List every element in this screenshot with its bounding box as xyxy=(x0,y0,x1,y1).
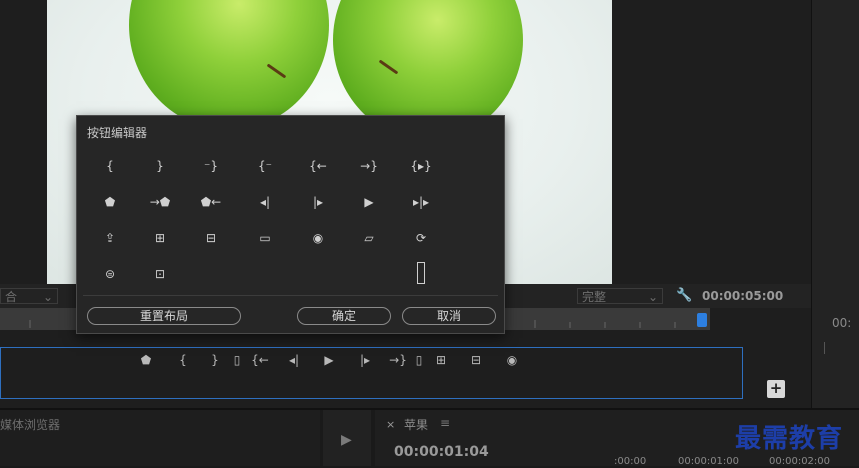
multi-camera-icon[interactable]: ⊜ xyxy=(99,265,121,283)
step-forward-icon[interactable]: |▸ xyxy=(307,193,329,211)
duration-timecode: 00:00:05:00 xyxy=(702,289,784,303)
overwrite-icon[interactable]: ⊟ xyxy=(467,353,485,367)
panel-menu-icon[interactable]: ≡ xyxy=(440,416,450,430)
apple-left xyxy=(129,0,329,130)
lift-icon[interactable]: ⇪ xyxy=(99,229,121,247)
camera-icon[interactable]: ◉ xyxy=(307,229,329,247)
camera-icon[interactable]: ◉ xyxy=(503,353,521,367)
play-icon[interactable]: ▶ xyxy=(358,193,380,211)
ok-button[interactable]: 确定 xyxy=(297,307,391,325)
play-in-to-out-icon[interactable]: {▸} xyxy=(410,157,432,175)
close-icon[interactable]: × xyxy=(386,418,395,431)
watermark-logo: 最需教育 xyxy=(735,424,844,454)
timeline-tick-label: :00:00 xyxy=(614,456,647,467)
sequence-tab[interactable]: 苹果 xyxy=(404,416,428,433)
go-to-in-icon[interactable]: {← xyxy=(251,353,269,367)
next-marker-icon[interactable]: →⬟ xyxy=(149,193,171,211)
dialog-divider xyxy=(83,295,498,296)
spacer-icon[interactable] xyxy=(417,262,425,284)
source-timecode: 00: xyxy=(832,316,852,330)
reset-layout-button[interactable]: 重置布局 xyxy=(87,307,241,325)
fit-dropdown[interactable]: 合 ⌄ xyxy=(0,288,58,304)
fit-dropdown-value: 合 xyxy=(5,290,18,304)
insert-icon[interactable]: ⊞ xyxy=(149,229,171,247)
go-to-in-icon[interactable]: {← xyxy=(307,157,329,175)
add-marker-icon[interactable]: ⬟ xyxy=(99,193,121,211)
divider xyxy=(824,342,825,354)
add-button[interactable]: + xyxy=(767,380,785,398)
toggle-proxy-icon[interactable]: ⊡ xyxy=(149,265,171,283)
loop-icon[interactable]: ⟳ xyxy=(410,229,432,247)
safe-margins-icon[interactable]: ▭ xyxy=(254,229,276,247)
chevron-down-icon: ⌄ xyxy=(42,290,53,304)
timeline-tick-label: 00:00:02:00 xyxy=(769,456,831,467)
mark-in-icon[interactable]: { xyxy=(174,353,192,367)
play-icon[interactable]: ▶ xyxy=(341,432,352,448)
mark-in-icon[interactable]: { xyxy=(99,157,121,175)
button-editor-dialog: 按钮编辑器 { } ⁻} {⁻ {← →} {▸} ⬟ →⬟ ⬟← ◂| |▸ … xyxy=(76,115,505,334)
step-back-icon[interactable]: ◂| xyxy=(254,193,276,211)
mark-out-icon[interactable]: } xyxy=(149,157,171,175)
step-forward-icon[interactable]: |▸ xyxy=(356,353,374,367)
drop-zone-icon[interactable]: ▯ xyxy=(228,353,246,367)
previous-marker-icon[interactable]: ⬟← xyxy=(200,193,222,211)
wrench-icon[interactable]: 🔧 xyxy=(676,288,692,303)
clear-in-icon[interactable]: ⁻} xyxy=(200,157,222,175)
dialog-title: 按钮编辑器 xyxy=(87,126,148,140)
go-to-out-icon[interactable]: →} xyxy=(358,157,380,175)
quality-dropdown-value: 完整 xyxy=(582,290,607,304)
overwrite-icon[interactable]: ⊟ xyxy=(200,229,222,247)
go-to-out-icon[interactable]: →} xyxy=(389,353,407,367)
chevron-down-icon: ⌄ xyxy=(647,290,658,304)
drop-zone-icon[interactable]: ▯ xyxy=(410,353,428,367)
playhead[interactable] xyxy=(697,313,707,327)
play-icon[interactable]: ▶ xyxy=(320,353,338,367)
clear-out-icon[interactable]: {⁻ xyxy=(254,157,276,175)
media-browser-tab[interactable]: 媒体浏览器 xyxy=(0,416,60,433)
comment-icon[interactable]: ▱ xyxy=(358,229,380,247)
step-back-icon[interactable]: ◂| xyxy=(285,353,303,367)
timeline-tick-label: 00:00:01:00 xyxy=(678,456,740,467)
mark-out-icon[interactable]: } xyxy=(206,353,224,367)
timeline-timecode: 00:00:01:04 xyxy=(394,444,489,460)
quality-dropdown[interactable]: 完整 ⌄ xyxy=(577,288,663,304)
insert-icon[interactable]: ⊞ xyxy=(432,353,450,367)
right-panel xyxy=(811,0,859,410)
cancel-button[interactable]: 取消 xyxy=(402,307,496,325)
play-around-icon[interactable]: ▸|▸ xyxy=(410,193,432,211)
add-marker-icon[interactable]: ⬟ xyxy=(137,353,155,367)
